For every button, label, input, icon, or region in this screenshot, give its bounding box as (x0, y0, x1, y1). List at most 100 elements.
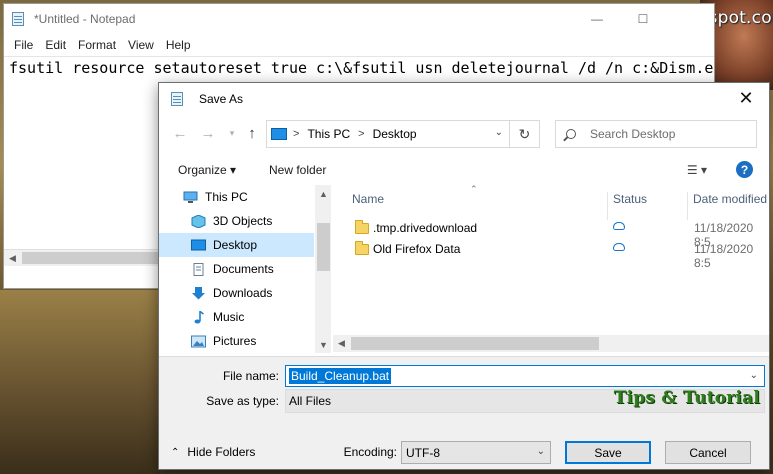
music-icon (194, 310, 204, 323)
cloud-icon (613, 222, 625, 230)
save-as-type-label: Save as type: (206, 394, 279, 408)
nav-item-label: Downloads (213, 286, 273, 300)
file-date: 11/18/2020 8:5 (694, 242, 754, 270)
nav-item-this-pc[interactable]: This PC (159, 185, 314, 209)
notepad-titlebar[interactable]: *Untitled - Notepad — ☐ (4, 4, 714, 34)
navigation-pane: This PC 3D Objects Desktop Documents Dow… (159, 185, 331, 353)
desktop-icon (191, 239, 206, 250)
close-icon[interactable]: ✕ (723, 83, 769, 114)
chevron-up-icon: ⌃ (171, 446, 180, 458)
nav-item-label: Desktop (213, 238, 258, 252)
new-folder-button[interactable]: New folder (269, 163, 326, 177)
column-headers: ⌃ Name Status Date modified (333, 185, 769, 220)
menu-file[interactable]: File (8, 38, 39, 52)
documents-icon (193, 262, 204, 276)
tips-tutorial-logo: Tips & Tutorial (613, 388, 760, 408)
command-bar: Organize ▾ New folder ☰ ▾ ? (159, 155, 769, 185)
hide-folders-label: Hide Folders (187, 445, 256, 459)
save-as-type-select[interactable]: All Files Tips & Tutorial (285, 388, 765, 413)
column-divider[interactable] (687, 192, 688, 220)
scroll-down-icon[interactable]: ▼ (315, 336, 331, 353)
file-name-field[interactable]: Build_Cleanup.bat ⌄ (285, 365, 765, 387)
cloud-icon (613, 243, 625, 251)
navigation-vertical-scrollbar[interactable]: ▲ ▼ (315, 185, 331, 353)
menu-format[interactable]: Format (72, 38, 122, 52)
desktop-background-lower (0, 290, 160, 474)
save-as-type-value: All Files (289, 394, 332, 408)
minimize-icon[interactable]: — (574, 4, 620, 34)
computer-icon (183, 191, 198, 203)
cancel-button[interactable]: Cancel (665, 441, 751, 464)
back-arrow-icon[interactable]: ← (169, 121, 191, 145)
nav-item-music[interactable]: Music (159, 305, 314, 329)
encoding-value: UTF-8 (406, 445, 440, 460)
pictures-icon (191, 335, 206, 347)
menu-view[interactable]: View (122, 38, 160, 52)
encoding-select[interactable]: UTF-8 ⌄ (401, 441, 551, 464)
scroll-left-icon[interactable]: ◀ (333, 335, 350, 352)
column-name[interactable]: Name (352, 192, 384, 206)
notepad-menubar: File Edit Format View Help (4, 34, 714, 56)
search-box[interactable]: Search Desktop (555, 120, 757, 148)
this-pc-icon (271, 128, 287, 140)
nav-item-downloads[interactable]: Downloads (159, 281, 314, 305)
view-options-icon[interactable]: ☰ ▾ (687, 163, 707, 177)
scrollbar-thumb[interactable] (351, 337, 599, 350)
organize-button[interactable]: Organize ▾ (178, 163, 236, 177)
breadcrumb-this-pc[interactable]: This PC (307, 127, 350, 141)
maximize-icon[interactable]: ☐ (620, 4, 666, 34)
nav-item-label: Documents (213, 262, 274, 276)
sort-ascending-icon: ⌃ (470, 185, 478, 194)
breadcrumb-desktop[interactable]: Desktop (373, 127, 417, 141)
nav-item-label: This PC (205, 190, 248, 204)
forward-arrow-icon[interactable]: → (197, 121, 219, 145)
3d-objects-icon (191, 214, 206, 228)
chevron-down-icon[interactable]: ⌄ (750, 370, 758, 381)
breadcrumb-separator-icon: > (358, 128, 365, 140)
file-name: .tmp.drivedownload (373, 221, 478, 235)
folder-icon (355, 220, 369, 234)
nav-item-label: Music (213, 310, 245, 324)
refresh-icon[interactable]: ↻ (510, 120, 540, 148)
nav-item-pictures[interactable]: Pictures (159, 329, 314, 353)
nav-item-3d-objects[interactable]: 3D Objects (159, 209, 314, 233)
menu-help[interactable]: Help (160, 38, 197, 52)
dialog-titlebar[interactable]: Save As ✕ (159, 83, 769, 114)
notepad-icon (169, 91, 185, 107)
column-status[interactable]: Status (613, 192, 647, 206)
chevron-down-icon[interactable]: ⌄ (537, 446, 545, 457)
search-placeholder: Search Desktop (590, 127, 676, 141)
column-divider[interactable] (607, 192, 608, 220)
address-dropdown-icon[interactable]: ⌄ (495, 127, 503, 138)
search-icon (566, 129, 576, 139)
address-bar[interactable]: > This PC > Desktop ⌄ (266, 120, 510, 148)
scrollbar-thumb[interactable] (317, 223, 330, 271)
help-icon[interactable]: ? (736, 161, 753, 178)
nav-item-documents[interactable]: Documents (159, 257, 314, 281)
navigation-bar: ← → ▾ ↑ > This PC > Desktop ⌄ ↻ Search D… (159, 117, 769, 149)
recent-locations-chevron-icon[interactable]: ▾ (221, 121, 243, 145)
hide-folders-button[interactable]: ⌃ Hide Folders (171, 445, 255, 459)
breadcrumb-separator-icon: > (293, 128, 300, 140)
scroll-left-icon[interactable]: ◀ (4, 250, 21, 267)
notepad-title: *Untitled - Notepad (34, 12, 136, 26)
nav-item-label: 3D Objects (213, 214, 273, 228)
nav-item-label: Pictures (213, 334, 257, 348)
notepad-icon (10, 11, 26, 27)
folder-icon (355, 241, 369, 255)
downloads-icon (192, 286, 205, 299)
file-name-label: File name: (222, 369, 279, 383)
save-as-dialog[interactable]: Save As ✕ ← → ▾ ↑ > This PC > Desktop ⌄ … (158, 82, 770, 470)
file-list-horizontal-scrollbar[interactable]: ◀ (333, 335, 769, 352)
list-item[interactable]: .tmp.drivedownload 11/18/2020 8:5 (333, 217, 769, 249)
file-name: Old Firefox Data (373, 242, 461, 256)
up-arrow-icon[interactable]: ↑ (241, 121, 263, 145)
scroll-up-icon[interactable]: ▲ (315, 185, 331, 202)
nav-item-desktop[interactable]: Desktop (159, 233, 314, 257)
dialog-footer: File name: Build_Cleanup.bat ⌄ Save as t… (159, 356, 769, 469)
menu-edit[interactable]: Edit (39, 38, 72, 52)
list-item[interactable]: Old Firefox Data 11/18/2020 8:5 (333, 238, 769, 270)
column-date-modified[interactable]: Date modified (693, 192, 767, 206)
file-name-value[interactable]: Build_Cleanup.bat (289, 368, 392, 384)
save-button[interactable]: Save (565, 441, 651, 464)
